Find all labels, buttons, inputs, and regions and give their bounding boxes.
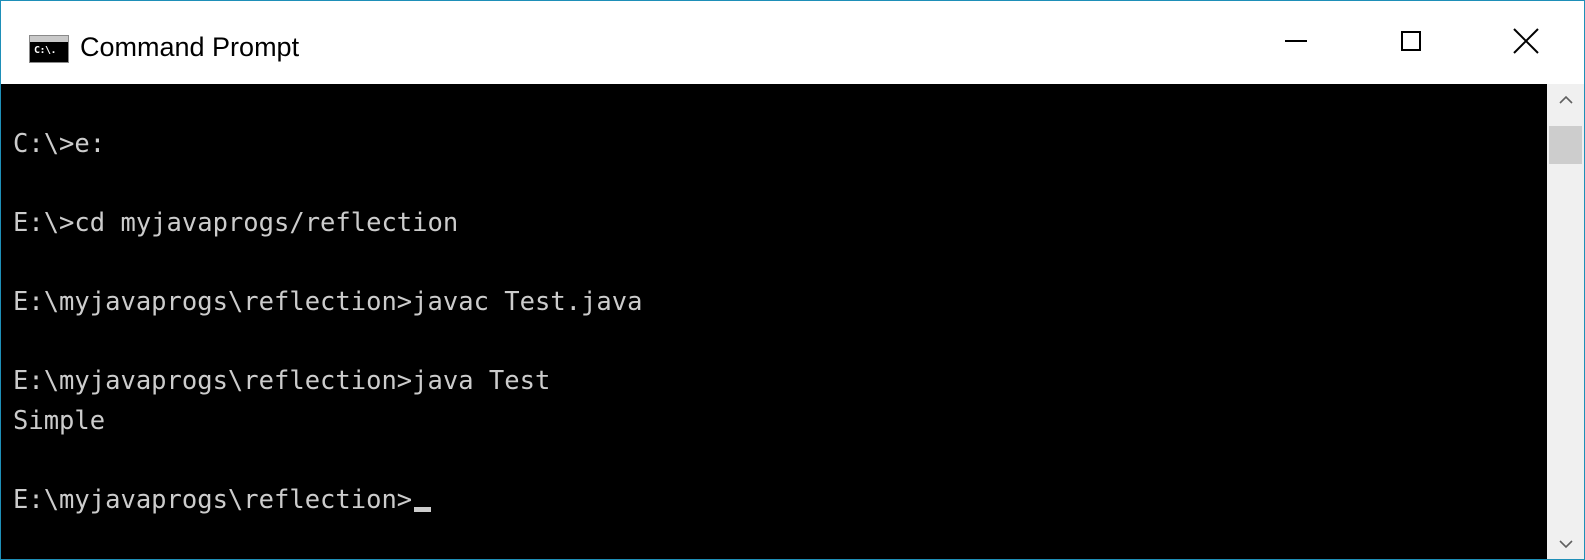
window-title: Command Prompt xyxy=(80,32,300,62)
console-line: C:\>e: xyxy=(13,125,642,165)
console-output-area[interactable]: C:\>e: E:\>cd myjavaprogs/reflection E:\… xyxy=(1,84,1547,559)
vertical-scrollbar[interactable] xyxy=(1547,84,1584,559)
console-line-text: E:\>cd myjavaprogs/reflection xyxy=(13,208,459,238)
console-line: E:\>cd myjavaprogs/reflection xyxy=(13,204,642,244)
minimize-button[interactable] xyxy=(1238,1,1353,84)
console-app-icon[interactable]: C:\. xyxy=(29,35,69,63)
console-lines: C:\>e: E:\>cd myjavaprogs/reflection E:\… xyxy=(13,125,642,520)
command-prompt-window: C:\. Command Prompt C:\>e: E:\>cd myjava… xyxy=(0,0,1585,560)
chevron-up-icon xyxy=(1558,95,1573,104)
console-line: E:\myjavaprogs\reflection>java Test xyxy=(13,362,642,402)
chevron-down-icon xyxy=(1558,539,1573,548)
close-button[interactable] xyxy=(1468,1,1583,84)
console-line: Simple xyxy=(13,402,642,442)
scrollbar-thumb[interactable] xyxy=(1549,126,1582,164)
scroll-down-button[interactable] xyxy=(1547,529,1584,559)
scroll-up-button[interactable] xyxy=(1547,84,1584,114)
console-line-text: E:\myjavaprogs\reflection>java Test xyxy=(13,366,551,396)
console-prompt-text: E:\myjavaprogs\reflection> xyxy=(13,484,413,515)
text-cursor xyxy=(414,506,432,512)
minimize-icon xyxy=(1284,39,1307,42)
maximize-icon xyxy=(1400,30,1421,51)
console-prompt-line[interactable]: E:\myjavaprogs\reflection> xyxy=(13,481,642,521)
console-line-text: Simple xyxy=(13,405,106,436)
console-line: E:\myjavaprogs\reflection>javac Test.jav… xyxy=(13,283,642,323)
console-line-text: C:\>e: xyxy=(13,129,106,159)
maximize-button[interactable] xyxy=(1353,1,1468,84)
console-line-text: E:\myjavaprogs\reflection>javac Test.jav… xyxy=(13,287,643,317)
app-icon-titlebar-strip xyxy=(30,36,68,42)
title-bar[interactable]: C:\. Command Prompt xyxy=(1,1,1584,84)
close-icon xyxy=(1512,27,1539,54)
app-icon-label: C:\. xyxy=(34,45,57,56)
